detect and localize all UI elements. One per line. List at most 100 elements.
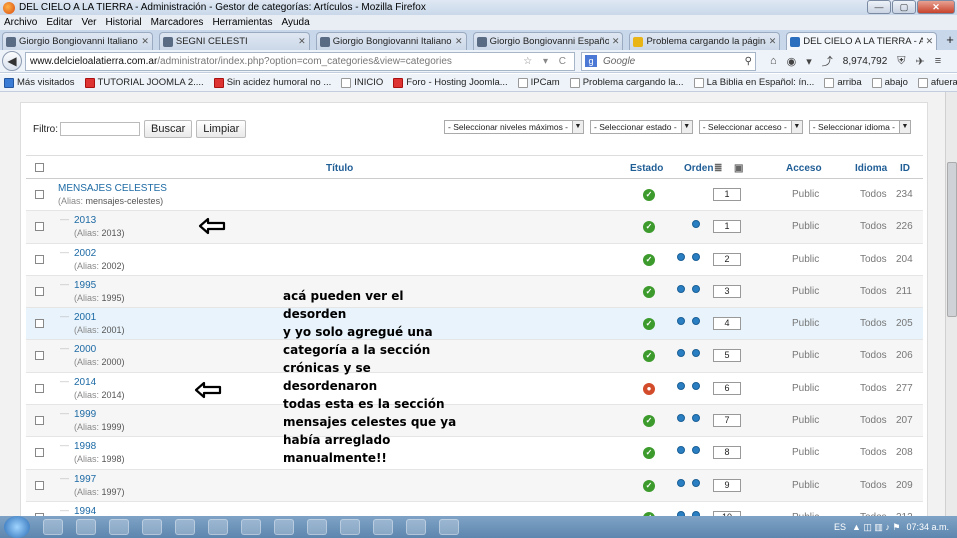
move-down-icon[interactable] — [692, 414, 700, 423]
col-title[interactable]: Título — [326, 163, 353, 174]
close-button[interactable]: ✕ — [917, 0, 955, 14]
category-title-link[interactable]: MENSAJES CELESTES — [58, 183, 167, 194]
col-id[interactable]: ID — [900, 163, 910, 174]
firefox-icon[interactable] — [241, 519, 261, 535]
stats-icon[interactable]: ⤴ — [822, 53, 833, 69]
order-input[interactable]: 3 — [713, 284, 741, 298]
category-title-link[interactable]: 2000 — [74, 344, 96, 355]
category-title-link[interactable]: 1997 — [74, 474, 96, 485]
table-row[interactable]: MENSAJES CELESTES (Alias: mensajes-celest… — [26, 179, 923, 212]
bookmark-item[interactable]: La Biblia en Español: ín... — [693, 77, 814, 88]
table-row[interactable]: — 2000 (Alias: 2000) ✓ 5 Public Todos 206 — [26, 340, 923, 373]
table-row[interactable]: — 1999 (Alias: 1999) ✓ 7 Public Todos 207 — [26, 405, 923, 438]
order-input[interactable]: 1 — [713, 188, 741, 201]
start-button[interactable] — [4, 516, 30, 538]
status-select[interactable]: - Seleccionar estado - ▼ — [590, 120, 693, 134]
camera-icon[interactable] — [208, 519, 228, 535]
file-icon[interactable] — [142, 519, 162, 535]
category-title-link[interactable]: 2001 — [74, 312, 96, 323]
move-up-icon[interactable] — [677, 414, 685, 423]
menu-ayuda[interactable]: Ayuda — [281, 17, 309, 28]
menu-ver[interactable]: Ver — [81, 17, 96, 28]
bookmark-item[interactable]: Más visitados — [4, 77, 75, 88]
max-levels-select[interactable]: - Seleccionar niveles máximos - ▼ — [444, 120, 585, 134]
order-input[interactable]: 7 — [713, 414, 741, 428]
media-icon[interactable] — [109, 519, 129, 535]
category-title-link[interactable]: 2014 — [74, 377, 96, 388]
menu-archivo[interactable]: Archivo — [4, 17, 37, 28]
move-up-icon[interactable] — [677, 381, 685, 390]
new-tab-button[interactable]: + — [943, 32, 957, 50]
move-down-icon[interactable] — [692, 252, 700, 261]
category-title-link[interactable]: 2002 — [74, 248, 96, 259]
browser-tab[interactable]: Giorgio Bongiovanni Italiano - A...✕ — [315, 32, 467, 50]
category-title-link[interactable]: 1999 — [74, 409, 96, 420]
tab-close-icon[interactable]: ✕ — [926, 36, 934, 47]
minimize-button[interactable]: — — [867, 0, 891, 14]
col-order[interactable]: Orden — [684, 163, 713, 174]
table-row[interactable]: —1994(Alias: 1994)✓10PublicTodos212 — [26, 502, 923, 516]
move-down-icon[interactable] — [692, 349, 700, 358]
order-input[interactable]: 8 — [713, 446, 741, 460]
move-down-icon[interactable] — [692, 381, 700, 390]
browser-tab[interactable]: Giorgio Bongiovanni Español - ...✕ — [472, 32, 624, 50]
bookmark-item[interactable]: arriba — [824, 77, 862, 88]
col-language[interactable]: Idioma — [855, 163, 887, 174]
order-input[interactable]: 2 — [713, 252, 741, 266]
category-title-link[interactable]: 2013 — [74, 215, 96, 226]
order-input[interactable]: 1 — [713, 220, 741, 234]
row-checkbox[interactable] — [35, 319, 44, 329]
published-icon[interactable]: ✓ — [643, 253, 655, 266]
table-row[interactable]: — 2014 (Alias: 2014) ● 6 Public Todos 277 — [26, 373, 923, 406]
published-icon[interactable]: ✓ — [643, 189, 655, 201]
row-checkbox[interactable] — [35, 222, 44, 232]
clear-button[interactable]: Limpiar — [196, 120, 247, 138]
app-icon[interactable] — [307, 519, 327, 535]
order-input[interactable]: 9 — [713, 478, 741, 492]
browser-tab[interactable]: Problema cargando la página ✕ — [629, 32, 781, 50]
browser-tab[interactable]: SEGNI CELESTI ✕ — [158, 32, 310, 50]
table-row[interactable]: — 2013 (Alias: 2013) ✓ 1 Public Todos 226 — [26, 211, 923, 244]
bookmark-item[interactable]: Foro - Hosting Joomla... — [393, 77, 508, 88]
row-checkbox[interactable] — [35, 254, 44, 264]
page-scrollbar[interactable] — [945, 92, 957, 516]
word-icon[interactable] — [439, 519, 459, 535]
bookmark-item[interactable]: IPCam — [517, 77, 560, 88]
back-button[interactable]: ◀ — [2, 51, 22, 71]
category-title-link[interactable]: 1995 — [74, 280, 96, 291]
app-icon[interactable] — [373, 519, 393, 535]
menu-editar[interactable]: Editar — [46, 17, 72, 28]
row-checkbox[interactable] — [35, 383, 44, 393]
move-up-icon[interactable] — [677, 284, 685, 293]
search-button[interactable]: Buscar — [144, 120, 193, 138]
bookmark-item[interactable]: TUTORIAL JOOMLA 2.... — [84, 77, 204, 88]
category-title-link[interactable]: 1994 — [74, 506, 96, 516]
published-icon[interactable]: ✓ — [643, 415, 655, 428]
move-down-icon[interactable] — [692, 478, 700, 487]
language-indicator[interactable]: ES — [834, 522, 846, 532]
published-icon[interactable]: ✓ — [643, 318, 655, 331]
table-row[interactable]: — 1998 (Alias: 1998) ✓ 8 Public Todos 208 — [26, 437, 923, 470]
row-checkbox[interactable] — [35, 190, 44, 199]
table-row[interactable]: — 2001 (Alias: 2001) ✓ 4 Public Todos 205 — [26, 308, 923, 341]
search-input[interactable]: g Google ⚲ — [581, 51, 756, 71]
search-icon[interactable]: ⚲ — [745, 56, 752, 67]
move-down-icon[interactable] — [692, 284, 700, 293]
select-all-checkbox[interactable] — [35, 163, 44, 172]
tab-close-icon[interactable]: ✕ — [141, 36, 149, 47]
bookmark-item[interactable]: afuera — [917, 77, 957, 88]
menu-icon[interactable]: ≡ — [935, 55, 941, 67]
maximize-button[interactable]: ▢ — [892, 0, 916, 14]
order-input[interactable]: 5 — [713, 349, 741, 363]
menu-marcadores[interactable]: Marcadores — [151, 17, 204, 28]
browser-tab-active[interactable]: DEL CIELO A LA TIERRA - Admin... ✕ — [786, 32, 938, 50]
tab-close-icon[interactable]: ✕ — [455, 36, 463, 47]
plane-icon[interactable]: ✈ — [916, 55, 925, 68]
ie-icon[interactable] — [274, 519, 294, 535]
move-down-icon[interactable] — [692, 220, 700, 229]
tab-close-icon[interactable]: ✕ — [612, 36, 620, 47]
sort-icon[interactable]: ≣ — [714, 163, 722, 174]
shield-icon[interactable]: ⛨ — [897, 55, 905, 68]
row-checkbox[interactable] — [35, 416, 44, 426]
bookmark-item[interactable]: Problema cargando la... — [569, 77, 684, 88]
